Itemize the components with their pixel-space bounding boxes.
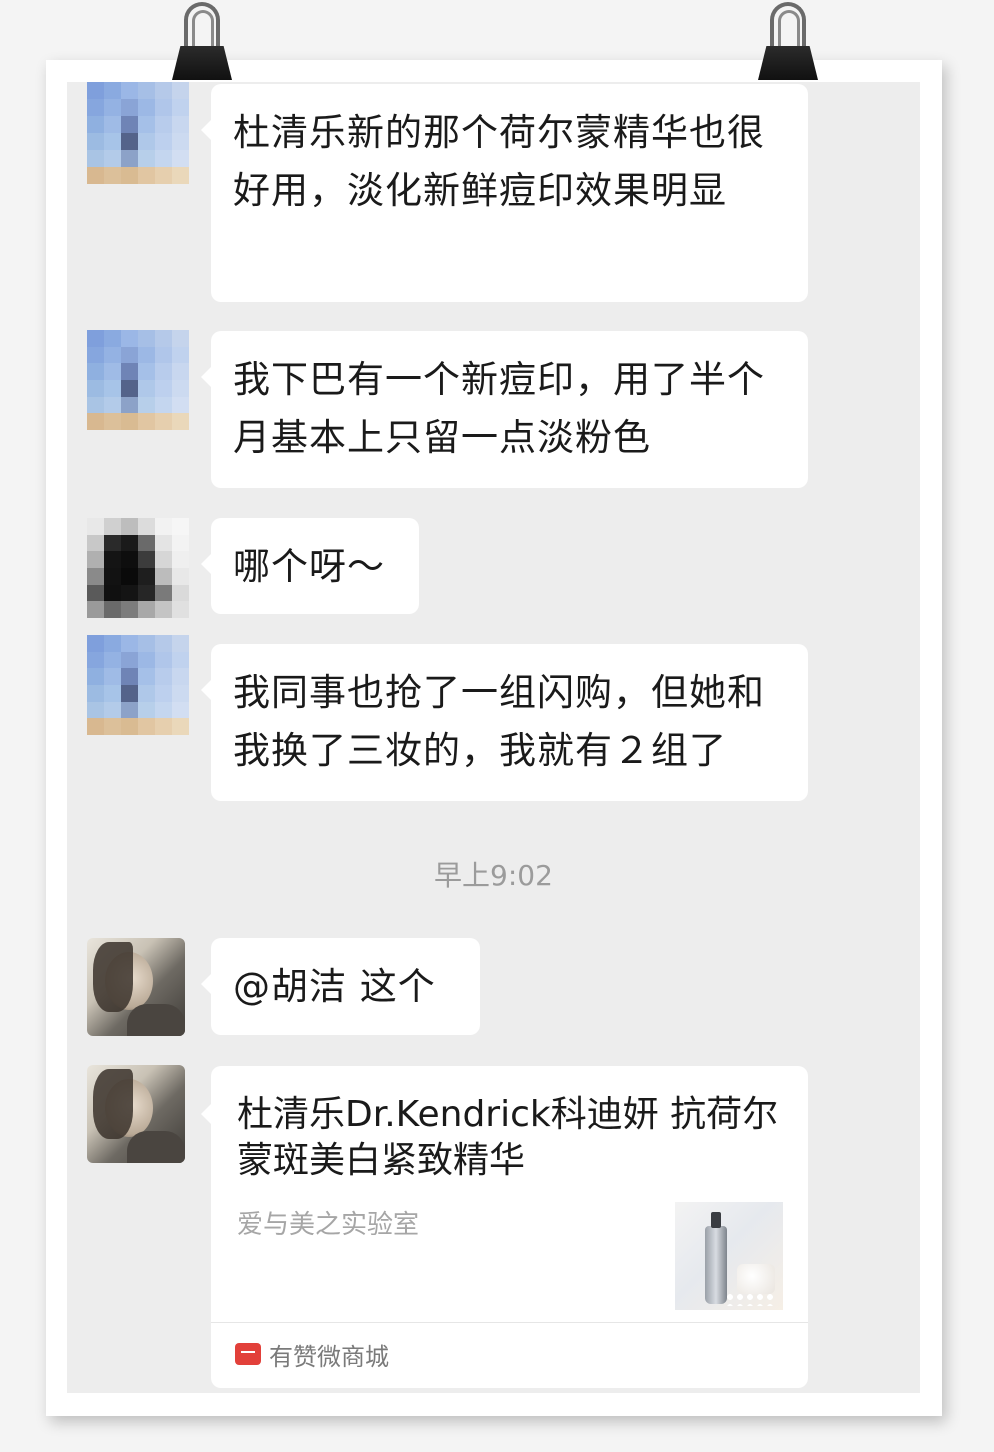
message-bubble[interactable]: 杜清乐新的那个荷尔蒙精华也很好用，淡化新鲜痘印效果明显 [201, 84, 808, 302]
binder-clip-right [758, 0, 822, 82]
message-text: 我下巴有一个新痘印，用了半个月基本上只留一点淡粉色 [233, 358, 765, 459]
message-bubble[interactable]: @胡洁 这个 [201, 938, 480, 1035]
shared-link-card[interactable]: 杜清乐Dr.Kendrick科迪妍 抗荷尔蒙斑美白紧致精华 爱与美之实验室 有赞… [201, 1066, 808, 1388]
serum-bottle-icon [705, 1212, 727, 1304]
message-bubble[interactable]: 我下巴有一个新痘印，用了半个月基本上只留一点淡粉色 [201, 331, 808, 488]
avatar-blurred[interactable] [87, 82, 189, 184]
message-text: 杜清乐新的那个荷尔蒙精华也很好用，淡化新鲜痘印效果明显 [233, 111, 765, 212]
avatar-woman-photo[interactable] [87, 938, 185, 1036]
timestamp: 早上9:02 [434, 859, 553, 892]
card-footer-label: 有赞微商城 [269, 1342, 389, 1371]
card-title: 杜清乐Dr.Kendrick科迪妍 抗荷尔蒙斑美白紧致精华 [237, 1094, 779, 1181]
avatar-blurred[interactable] [87, 330, 189, 430]
product-thumbnail [675, 1202, 783, 1310]
message-bubble[interactable]: 哪个呀～ [201, 518, 419, 614]
card-source: 爱与美之实验室 [237, 1210, 420, 1240]
shop-icon [235, 1343, 261, 1365]
message-text: 我同事也抢了一组闪购，但她和我换了三妆的，我就有２组了 [233, 671, 765, 772]
card-divider [211, 1322, 808, 1323]
avatar-woman-photo[interactable] [87, 1065, 185, 1163]
avatar-blurred[interactable] [87, 518, 189, 618]
message-text: @胡洁 这个 [233, 965, 436, 1008]
binder-clip-left [172, 0, 236, 82]
avatar-blurred[interactable] [87, 635, 189, 735]
message-text: 哪个呀～ [233, 545, 385, 588]
chat-screen: 杜清乐新的那个荷尔蒙精华也很好用，淡化新鲜痘印效果明显 我下巴有一个新痘印，用了… [67, 82, 920, 1393]
card-footer: 有赞微商城 [235, 1334, 389, 1374]
message-bubble[interactable]: 我同事也抢了一组闪购，但她和我换了三妆的，我就有２组了 [201, 644, 808, 801]
cream-jar-icon [737, 1264, 775, 1294]
